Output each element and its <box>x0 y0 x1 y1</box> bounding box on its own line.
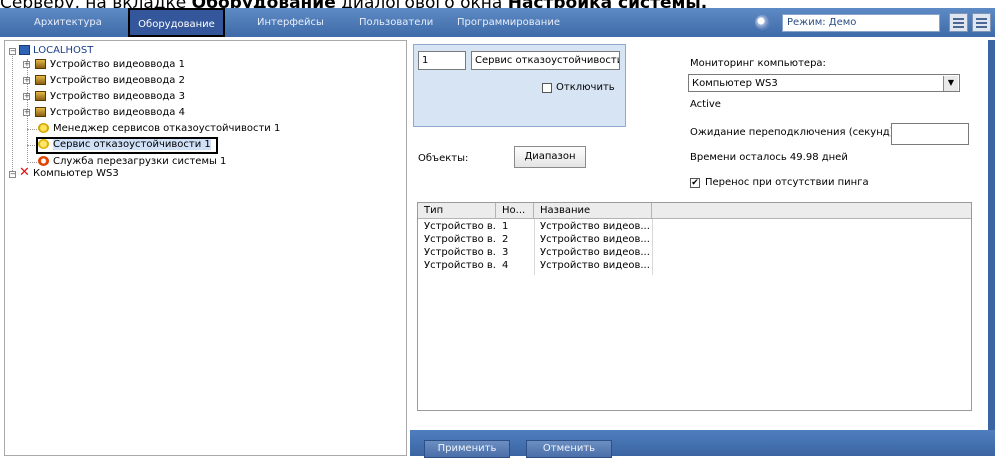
tab-architecture[interactable]: Архитектура <box>34 8 102 37</box>
expand-toggle[interactable]: − <box>9 171 16 178</box>
expand-toggle[interactable]: + <box>23 93 30 100</box>
tree-line <box>27 162 37 163</box>
object-name-field[interactable]: Сервис отказоустойчивости <box>471 51 620 70</box>
layout-grid-icon[interactable] <box>949 13 968 32</box>
tree-item-failover-service[interactable]: Сервис отказоустойчивости 1 <box>53 139 211 150</box>
action-bar: Применить Отменить <box>410 430 995 458</box>
table-row[interactable]: Устройство в... 2 Устройство видеов... <box>418 233 652 246</box>
ping-checkbox[interactable]: ✔ <box>690 178 700 188</box>
remaining-time-text: Времени осталось 49.98 дней <box>690 152 848 163</box>
expand-toggle[interactable]: + <box>23 61 30 68</box>
disable-checkbox[interactable] <box>542 83 552 93</box>
tree-item-video-3[interactable]: Устройство видеоввода 3 <box>50 91 185 102</box>
failover-manager-icon <box>38 123 49 133</box>
objects-table: Тип Но... Название Устройство в... 1 Уст… <box>417 202 972 411</box>
tree-root-localhost[interactable]: LOCALHOST <box>33 45 93 56</box>
expand-toggle[interactable]: + <box>23 109 30 116</box>
tab-users[interactable]: Пользователи <box>359 8 433 37</box>
tree-item-video-4[interactable]: Устройство видеоввода 4 <box>50 107 185 118</box>
object-id-field[interactable]: 1 <box>418 51 466 70</box>
hardware-tree: − LOCALHOST + Устройство видеоввода 1 + … <box>4 40 407 456</box>
computer-icon <box>19 45 30 55</box>
error-x-icon: ✕ <box>19 165 30 180</box>
cell-type: Устройство в... <box>424 234 496 245</box>
column-header-number[interactable]: Но... <box>496 203 534 219</box>
menu-icon[interactable] <box>972 13 991 32</box>
cell-type: Устройство в... <box>424 247 496 258</box>
tab-equipment[interactable]: Оборудование <box>128 8 225 37</box>
tree-line <box>12 51 13 175</box>
tree-item-video-2[interactable]: Устройство видеоввода 2 <box>50 75 185 86</box>
reconnect-input[interactable] <box>891 123 969 145</box>
column-header-type[interactable]: Тип <box>418 203 496 219</box>
apply-button[interactable]: Применить <box>424 440 510 458</box>
cell-name: Устройство видеов... <box>540 221 650 232</box>
reconnect-label: Ожидание переподключения (секунд) <box>690 127 894 138</box>
failover-service-icon <box>38 139 49 149</box>
cell-number: 2 <box>502 234 509 245</box>
reboot-service-icon <box>38 156 49 166</box>
main-tab-bar: Архитектура Оборудование Интерфейсы Поль… <box>0 8 995 37</box>
video-device-icon <box>35 107 46 117</box>
cell-name: Устройство видеов... <box>540 260 650 271</box>
table-row[interactable]: Устройство в... 4 Устройство видеов... <box>418 259 652 272</box>
monitoring-select[interactable]: Компьютер WS3 ▼ <box>688 74 960 92</box>
objects-label: Объекты: <box>418 153 469 164</box>
video-device-icon <box>35 75 46 85</box>
range-button[interactable]: Диапазон <box>514 146 586 168</box>
cell-name: Устройство видеов... <box>540 247 650 258</box>
column-header-name[interactable]: Название <box>534 203 652 219</box>
expand-toggle[interactable]: − <box>9 48 16 55</box>
cancel-button[interactable]: Отменить <box>526 440 612 458</box>
mode-icon <box>755 15 770 30</box>
tab-interfaces[interactable]: Интерфейсы <box>257 8 324 37</box>
monitoring-select-value: Компьютер WS3 <box>692 78 778 89</box>
column-divider <box>652 219 653 275</box>
tree-item-reboot-service[interactable]: Служба перезагрузки системы 1 <box>53 156 226 167</box>
table-row[interactable]: Устройство в... 3 Устройство видеов... <box>418 246 652 259</box>
tree-item-computer-ws3[interactable]: Компьютер WS3 <box>33 168 119 179</box>
expand-toggle[interactable]: + <box>23 77 30 84</box>
status-text: Active <box>690 99 721 110</box>
cell-number: 4 <box>502 260 509 271</box>
ping-label: Перенос при отсутствии пинга <box>705 177 869 188</box>
tree-line <box>27 129 37 130</box>
cell-type: Устройство в... <box>424 221 496 232</box>
column-header-empty <box>652 203 971 219</box>
window-right-border <box>988 40 995 456</box>
video-device-icon <box>35 91 46 101</box>
cell-number: 3 <box>502 247 509 258</box>
tree-item-video-1[interactable]: Устройство видеоввода 1 <box>50 59 185 70</box>
column-divider <box>534 219 535 275</box>
disable-label: Отключить <box>556 82 615 93</box>
chevron-down-icon[interactable]: ▼ <box>943 76 958 91</box>
tab-programming[interactable]: Программирование <box>457 8 560 37</box>
monitoring-label: Мониторинг компьютера: <box>690 58 826 69</box>
cell-name: Устройство видеов... <box>540 234 650 245</box>
video-device-icon <box>35 59 46 69</box>
mode-field[interactable]: Режим: Демо <box>782 14 940 32</box>
tree-item-failover-manager[interactable]: Менеджер сервисов отказоустойчивости 1 <box>53 123 280 134</box>
cell-number: 1 <box>502 221 509 232</box>
cell-type: Устройство в... <box>424 260 496 271</box>
